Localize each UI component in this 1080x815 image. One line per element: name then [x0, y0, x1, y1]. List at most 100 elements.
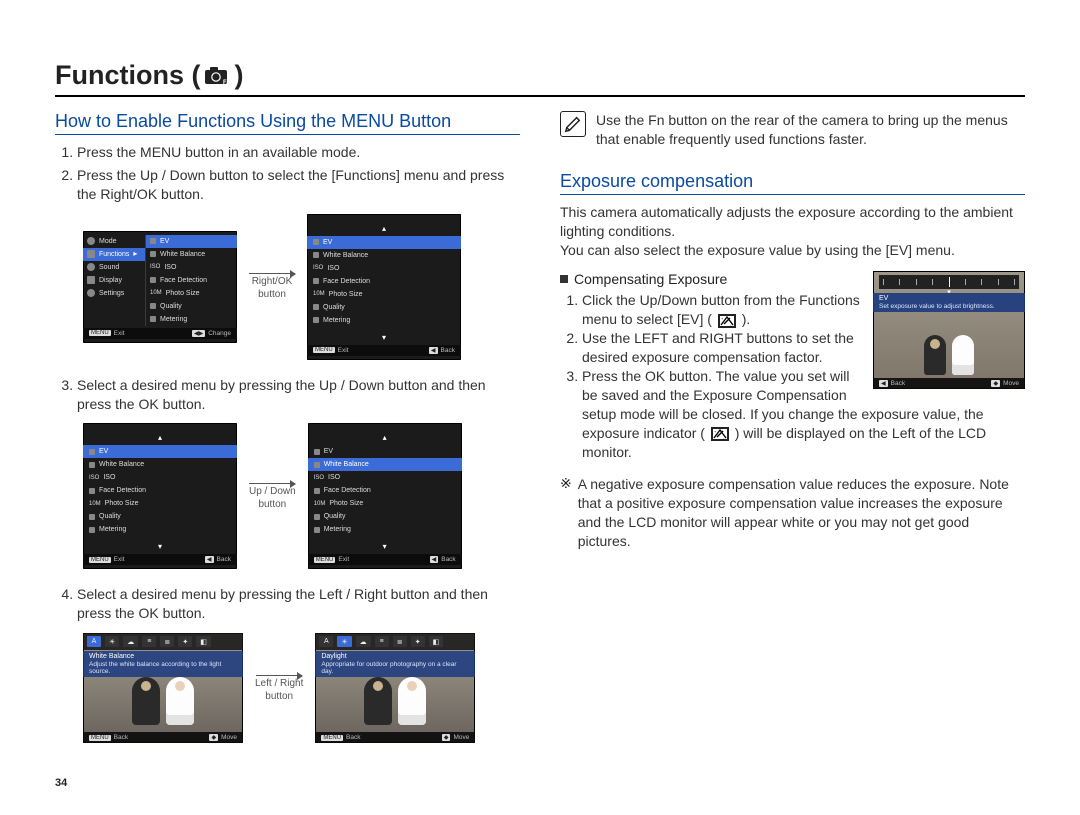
- tab-functions: Functions: [99, 251, 129, 258]
- size-icon: 10M: [89, 501, 101, 507]
- iso-icon: ISO: [89, 475, 99, 481]
- wb-chip-cloudy: ☁: [123, 636, 138, 647]
- chevron-up-icon: ▴: [382, 224, 386, 233]
- arrow-label-2a: Up / Down: [249, 486, 296, 497]
- nav-key-icon: ◀▶: [192, 330, 205, 337]
- wb-chip-daylight: ☀: [337, 636, 351, 647]
- footer-exit: Exit: [114, 330, 125, 337]
- ev-icon: [89, 449, 95, 455]
- iso-icon: ISO: [150, 264, 160, 270]
- page-number: 34: [55, 777, 67, 789]
- right-section-heading: Exposure compensation: [560, 171, 1025, 195]
- iso-icon: ISO: [314, 475, 324, 481]
- ev-step-1b: ).: [742, 311, 751, 327]
- item-metering: Metering: [160, 316, 187, 323]
- pp1-sub: Adjust the white balance according to th…: [89, 661, 237, 675]
- arrow-updown: Up / Down button: [249, 483, 296, 510]
- groom-silhouette: [924, 335, 946, 375]
- sub2-wb: White Balance: [99, 461, 144, 468]
- sub-quality: Quality: [323, 304, 345, 311]
- note-icon: [560, 111, 586, 137]
- tab-settings: Settings: [99, 290, 124, 297]
- bride-silhouette: [166, 677, 194, 725]
- sub3-metering: Metering: [324, 526, 351, 533]
- ev-scale: [879, 275, 1019, 289]
- step-2: Press the Up / Down button to select the…: [77, 166, 520, 204]
- pp2-move: Move: [453, 734, 469, 741]
- menu-panel-sub-ev: ▴ EV White Balance ISOISO Face Detection…: [307, 214, 461, 360]
- arrow-label-1b: button: [258, 289, 286, 300]
- menu-key-icon: MENU: [89, 330, 111, 336]
- move-key-icon: ◆: [209, 734, 218, 741]
- sub3-ev: EV: [324, 448, 333, 455]
- menu-key-icon: MENU: [89, 557, 111, 563]
- figure-row-2: ▴ EV White Balance ISO ISO Face Detection…: [83, 423, 520, 569]
- sub2-footer-exit: Exit: [114, 556, 125, 563]
- face-icon: [314, 488, 320, 494]
- page-title: Functions ( Fn ): [55, 60, 1025, 97]
- right-para-1: This camera automatically adjusts the ex…: [560, 203, 1025, 241]
- back-key-icon: ◀: [430, 556, 439, 563]
- chevron-down-icon: ▾: [383, 542, 387, 551]
- groom-silhouette: [364, 677, 392, 725]
- groom-silhouette: [132, 677, 160, 725]
- quality-icon: [150, 303, 156, 309]
- sub-ev: EV: [323, 239, 332, 246]
- face-icon: [89, 488, 95, 494]
- item-ev: EV: [160, 238, 169, 245]
- item-wb: White Balance: [160, 251, 205, 258]
- wb-chip-tungsten: ✦: [411, 636, 425, 647]
- back-key-icon: ◀: [205, 556, 214, 563]
- pp2-title: Daylight: [321, 653, 469, 660]
- wb-chip-auto: A: [87, 636, 101, 647]
- wb-icon: [314, 462, 320, 468]
- wb-chip-tungsten: ✦: [178, 636, 192, 647]
- wb-icon: [89, 462, 95, 468]
- left-column: How to Enable Functions Using the MENU B…: [55, 111, 520, 759]
- quality-icon: [313, 304, 319, 310]
- menu-panel-main: Mode EV Functions▸ White Balance Sound I…: [83, 231, 237, 343]
- face-icon: [150, 277, 156, 283]
- sub-footer-exit: Exit: [338, 347, 349, 354]
- sub-face: Face Detection: [323, 278, 370, 285]
- sub-wb: White Balance: [323, 252, 368, 259]
- menu-key-icon: MENU: [89, 735, 111, 741]
- ev-photo-panel: ▾ EV Set exposure value to adjust bright…: [873, 271, 1025, 389]
- step-3: Select a desired menu by pressing the Up…: [77, 376, 520, 414]
- ev-icon: [150, 238, 156, 244]
- chevron-up-icon: ▴: [158, 433, 162, 442]
- wb-chip-auto: A: [319, 636, 333, 647]
- menu-key-icon: MENU: [314, 557, 336, 563]
- wb-photo-panel-2: A ☀ ☁ ≡ ≣ ✦ ◧ Daylight Appropriate for o…: [315, 633, 475, 743]
- display-icon: [87, 276, 95, 284]
- wb-chip-fluorescent-l: ≣: [160, 636, 174, 647]
- arrow-leftright: Left / Right button: [255, 675, 303, 702]
- chevron-down-icon: ▾: [158, 542, 162, 551]
- sub2-ev: EV: [99, 448, 108, 455]
- sub3-footer-back: Back: [441, 556, 455, 563]
- square-bullet-icon: [560, 275, 568, 283]
- back-key-icon: ◀: [879, 380, 888, 387]
- size-icon: 10M: [314, 501, 326, 507]
- metering-icon: [313, 317, 319, 323]
- chevron-right-icon: ▸: [133, 250, 137, 258]
- ev-inline-icon: +-: [718, 314, 736, 328]
- sub3-size: Photo Size: [329, 500, 363, 507]
- sound-icon: [87, 263, 95, 271]
- quality-icon: [89, 514, 95, 520]
- figure-row-1: Mode EV Functions▸ White Balance Sound I…: [83, 214, 520, 360]
- wb-chip-custom: ◧: [196, 636, 211, 647]
- note-block: ※ A negative exposure compensation value…: [560, 475, 1025, 551]
- item-size: Photo Size: [166, 290, 200, 297]
- sub3-iso: ISO: [328, 474, 340, 481]
- face-icon: [313, 278, 319, 284]
- sub3-face: Face Detection: [324, 487, 371, 494]
- iso-icon: ISO: [313, 265, 323, 271]
- menu-panel-sub-wb: ▴ EV White Balance ISOISO Face Detection…: [308, 423, 462, 569]
- ev-indicator-icon: +-: [711, 427, 729, 441]
- pp2-back: Back: [346, 734, 360, 741]
- sub2-quality: Quality: [99, 513, 121, 520]
- footer-change: Change: [208, 330, 231, 337]
- wb-chip-fluorescent-h: ≡: [375, 636, 389, 647]
- wb-chip-cloudy: ☁: [356, 636, 371, 647]
